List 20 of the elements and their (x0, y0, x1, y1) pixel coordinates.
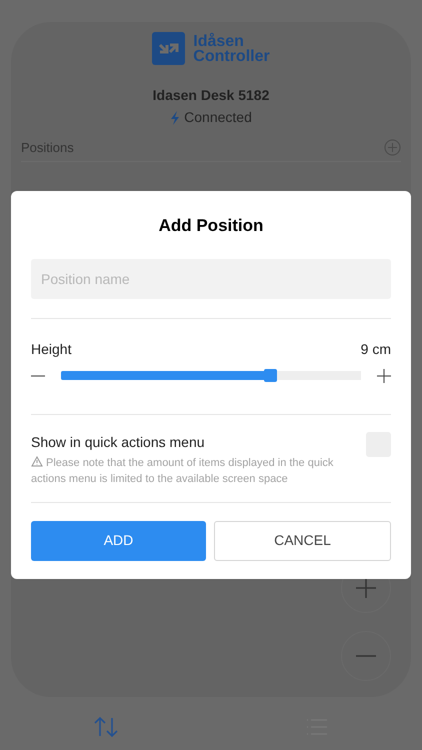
minus-icon (356, 655, 376, 657)
add-icon[interactable] (384, 139, 401, 156)
plus-icon[interactable] (377, 368, 391, 382)
height-slider[interactable] (61, 371, 361, 380)
height-label: Height (31, 340, 72, 359)
cancel-button[interactable]: CANCEL (214, 520, 391, 560)
logo-text: Idåsen (193, 34, 244, 48)
name-field[interactable]: Position name (31, 258, 391, 298)
quick-actions-label: Show in quick actions menu (31, 432, 206, 452)
plus-icon (356, 578, 376, 598)
connection-status: Connected (184, 108, 252, 127)
dialog-title: Add Position (158, 215, 264, 237)
logo-text: Controller (193, 48, 270, 64)
height-reading: 9 cm (360, 340, 391, 358)
device-name: Idasen Desk 5182 (152, 86, 270, 105)
lower-button[interactable] (341, 631, 391, 681)
logo-icon (152, 32, 186, 65)
warning-note: Please note that the amount of items displayed in the quick actions menu is limited to the available screen space (31, 454, 334, 486)
minus-icon[interactable] (31, 374, 45, 376)
warning-icon (31, 456, 43, 466)
